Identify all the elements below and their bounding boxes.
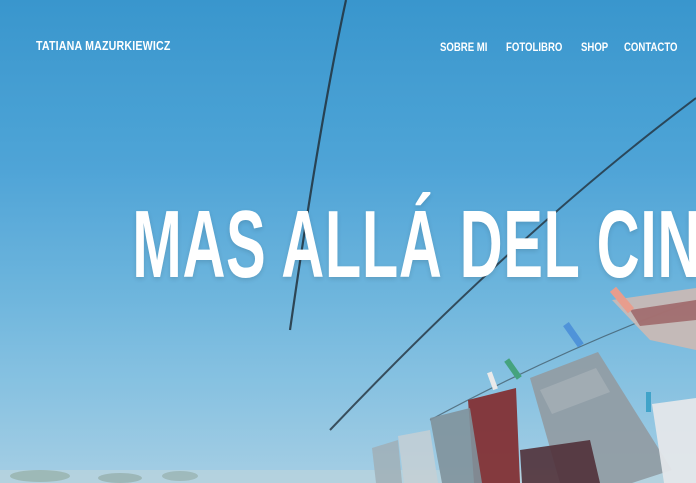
nav-shop[interactable]: SHOP [581,40,608,54]
nav-fotolibro[interactable]: FOTOLIBRO [506,40,562,54]
main-nav: SOBRE MI FOTOLIBRO SHOP CONTACTO [0,40,696,56]
nav-contacto[interactable]: CONTACTO [624,40,678,54]
nav-sobre-mi[interactable]: SOBRE MI [440,40,487,54]
hero-section: TATIANA MAZURKIEWICZ SOBRE MI FOTOLIBRO … [0,0,696,483]
hero-title: MAS ALLÁ DEL CINE [132,191,696,298]
